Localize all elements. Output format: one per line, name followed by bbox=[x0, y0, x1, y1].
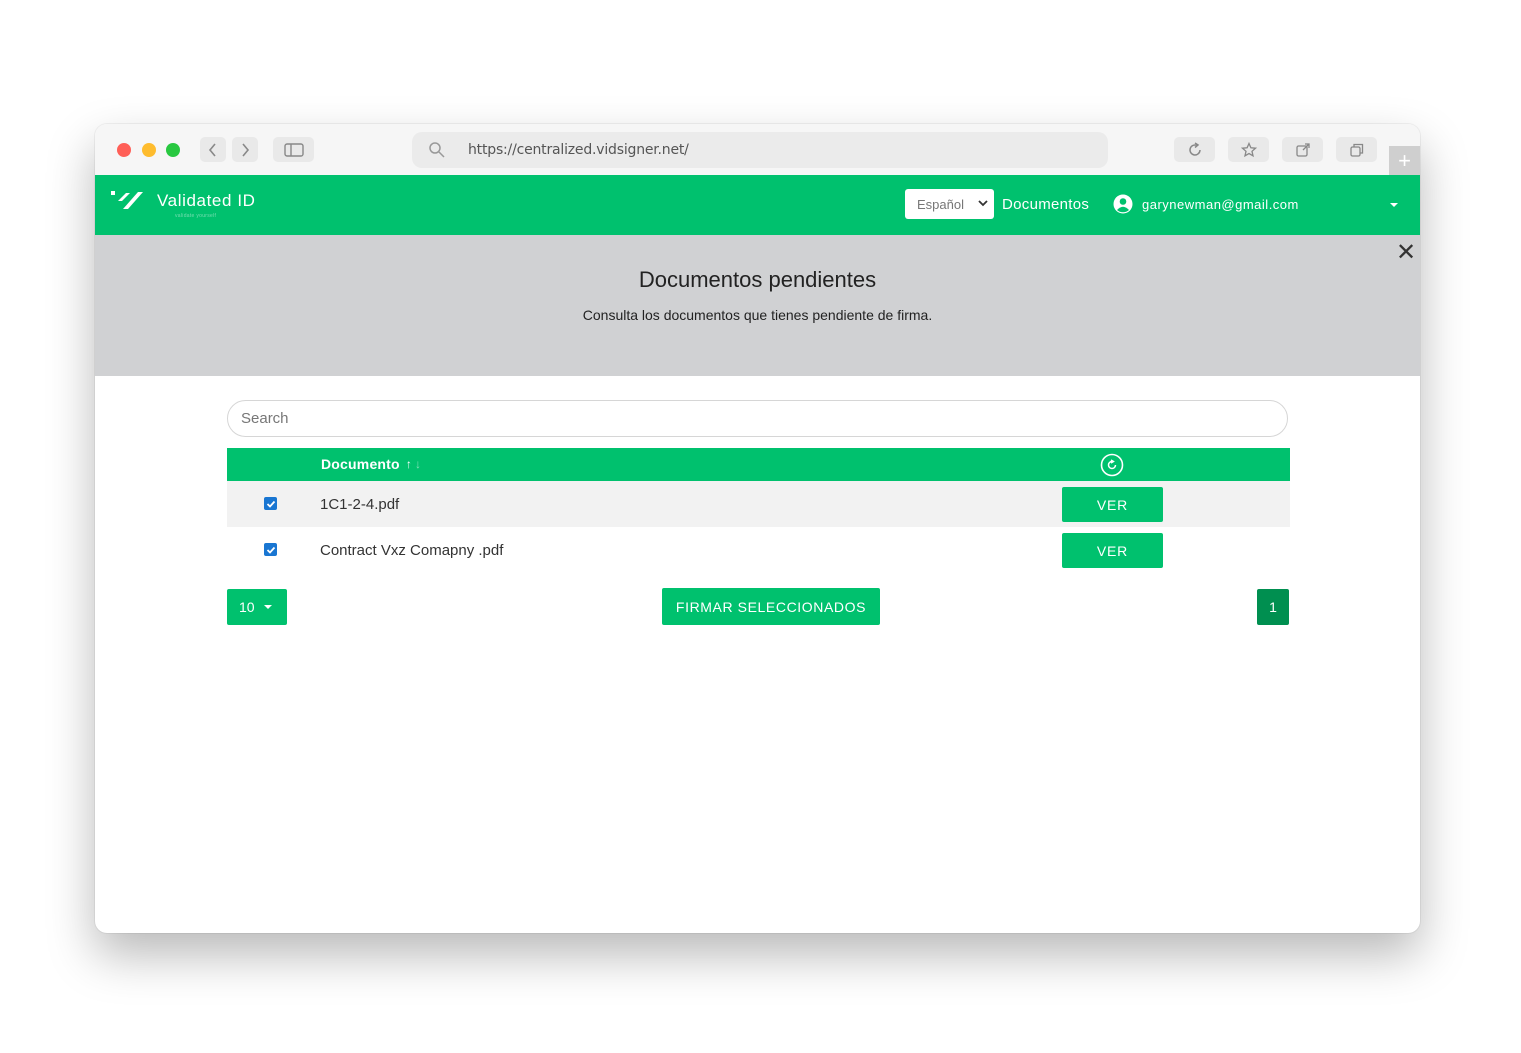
nav-link-documentos[interactable]: Documentos bbox=[1002, 196, 1089, 213]
table-row: Contract Vxz Comapny .pdf VER bbox=[227, 527, 1290, 573]
document-filename: Contract Vxz Comapny .pdf bbox=[320, 542, 504, 559]
user-menu-caret-icon[interactable] bbox=[1390, 203, 1398, 207]
user-email-menu[interactable]: garynewman@gmail.com bbox=[1142, 197, 1299, 212]
row-checkbox[interactable] bbox=[264, 497, 277, 510]
reload-button[interactable] bbox=[1174, 137, 1215, 162]
page-title: Documentos pendientes bbox=[638, 267, 877, 292]
page-size-value: 10 bbox=[239, 599, 255, 615]
refresh-icon[interactable] bbox=[1100, 453, 1124, 477]
table-row: 1C1-2-4.pdf VER bbox=[227, 481, 1290, 527]
close-window-button[interactable] bbox=[117, 143, 131, 157]
tabs-overview-button[interactable] bbox=[1336, 137, 1377, 162]
sort-ascending-icon[interactable]: ↑ bbox=[406, 457, 412, 471]
zoom-window-button[interactable] bbox=[166, 143, 180, 157]
app-navbar: Validated ID validate yourself Español D… bbox=[95, 175, 1420, 235]
language-select-value: Español bbox=[917, 196, 964, 212]
star-icon bbox=[1240, 141, 1257, 157]
forward-button[interactable] bbox=[232, 137, 258, 162]
page-header-banner: ✕ Documentos pendientes Consulta los doc… bbox=[95, 235, 1420, 376]
row-checkbox[interactable] bbox=[264, 543, 277, 556]
url-text: https://centralized.vidsigner.net/ bbox=[468, 142, 689, 158]
view-document-button[interactable]: VER bbox=[1062, 533, 1163, 568]
brand-tagline: validate yourself bbox=[175, 213, 217, 219]
chevron-left-icon bbox=[208, 142, 216, 157]
checkmark-icon bbox=[266, 500, 275, 508]
document-filename: 1C1-2-4.pdf bbox=[320, 496, 400, 513]
share-button[interactable] bbox=[1282, 137, 1323, 162]
back-button[interactable] bbox=[200, 137, 226, 162]
chevron-right-icon bbox=[242, 142, 250, 157]
close-banner-icon[interactable]: ✕ bbox=[1396, 241, 1416, 265]
minimize-window-button[interactable] bbox=[142, 143, 156, 157]
view-document-button[interactable]: VER bbox=[1062, 487, 1163, 522]
new-tab-button[interactable]: + bbox=[1389, 146, 1420, 175]
tabs-icon bbox=[1349, 143, 1363, 157]
column-header-label: Documento bbox=[321, 456, 400, 472]
language-select[interactable]: Español bbox=[905, 189, 994, 219]
checkmark-icon bbox=[266, 546, 275, 554]
user-account-icon bbox=[1113, 194, 1133, 214]
sidebar-toggle-button[interactable] bbox=[273, 137, 314, 162]
page-size-dropdown[interactable]: 10 bbox=[227, 589, 287, 625]
sidebar-icon bbox=[283, 142, 304, 157]
address-bar[interactable]: https://centralized.vidsigner.net/ bbox=[412, 132, 1108, 168]
reload-icon bbox=[1188, 141, 1201, 156]
brand-name: Validated ID bbox=[157, 191, 256, 210]
table-header: Documento ↑ ↓ bbox=[227, 448, 1290, 481]
pagination-page-1[interactable]: 1 bbox=[1257, 589, 1289, 625]
share-icon bbox=[1295, 142, 1310, 157]
search-input[interactable] bbox=[227, 400, 1288, 437]
browser-toolbar: https://centralized.vidsigner.net/ + bbox=[95, 124, 1420, 175]
browser-window: https://centralized.vidsigner.net/ + Val… bbox=[95, 124, 1420, 933]
sign-selected-button[interactable]: FIRMAR SELECCIONADOS bbox=[662, 588, 880, 625]
sort-descending-icon[interactable]: ↓ bbox=[415, 457, 421, 471]
page-subtitle: Consulta los documentos que tienes pendi… bbox=[582, 307, 933, 323]
column-header-documento[interactable]: Documento ↑ ↓ bbox=[321, 456, 421, 472]
search-icon bbox=[429, 142, 445, 158]
caret-down-icon bbox=[263, 605, 272, 609]
validated-id-logo-icon bbox=[111, 191, 143, 209]
bookmark-button[interactable] bbox=[1228, 137, 1269, 162]
chevron-down-icon bbox=[978, 200, 988, 207]
